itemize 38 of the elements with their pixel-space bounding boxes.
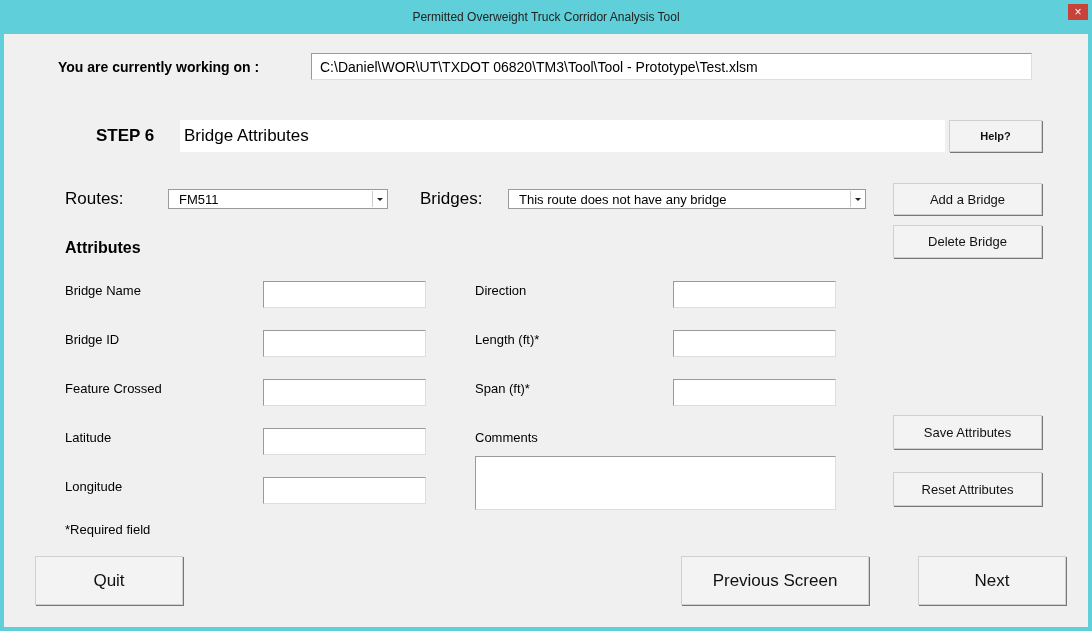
field-label: Latitude: [65, 430, 113, 447]
required-note: *Required field: [65, 522, 152, 539]
nav-button[interactable]: Quit: [35, 556, 183, 605]
comments-field[interactable]: [475, 456, 836, 510]
add-bridge-button[interactable]: Add a Bridge: [893, 183, 1042, 215]
step-title: Bridge Attributes: [180, 120, 945, 152]
input-field[interactable]: [673, 281, 836, 308]
path-field[interactable]: C:\Daniel\WOR\UT\TXDOT 06820\TM3\Tool\Tool - Prototype\Test.xlsm: [311, 53, 1032, 80]
input-field[interactable]: [263, 330, 426, 357]
input-field[interactable]: [673, 330, 836, 357]
input-field[interactable]: [263, 281, 426, 308]
section-heading: Attributes: [65, 239, 142, 257]
routes-dropdown[interactable]: FM511: [168, 189, 388, 209]
input-field[interactable]: [263, 428, 426, 455]
save-attributes-button[interactable]: Save Attributes: [893, 415, 1042, 449]
nav-button[interactable]: Next: [918, 556, 1066, 605]
path-label: You are currently working on :: [58, 58, 261, 75]
bridges-label: Bridges:: [420, 189, 484, 209]
field-label: Longitude: [65, 479, 124, 496]
field-label: Feature Crossed: [65, 381, 163, 398]
field-label: Comments: [475, 430, 539, 447]
step-label: STEP 6: [96, 126, 156, 146]
field-label: Bridge Name: [65, 283, 142, 300]
delete-bridge-button[interactable]: Delete Bridge: [893, 225, 1042, 258]
input-field[interactable]: [263, 477, 426, 504]
field-label: Bridge ID: [65, 332, 121, 349]
field-label: Length (ft)*: [475, 332, 541, 349]
input-field[interactable]: [673, 379, 836, 406]
bridges-dropdown[interactable]: This route does not have any bridge: [508, 189, 866, 209]
close-button[interactable]: ×: [1068, 4, 1088, 20]
nav-button[interactable]: Previous Screen: [681, 556, 869, 605]
reset-attributes-button[interactable]: Reset Attributes: [893, 472, 1042, 506]
input-field[interactable]: [263, 379, 426, 406]
field-label: Direction: [475, 283, 528, 300]
field-label: Span (ft)*: [475, 381, 531, 398]
routes-label: Routes:: [65, 189, 125, 209]
window-title: Permitted Overweight Truck Corridor Analysis Tool: [412, 10, 680, 24]
help-button[interactable]: Help?: [949, 120, 1042, 152]
